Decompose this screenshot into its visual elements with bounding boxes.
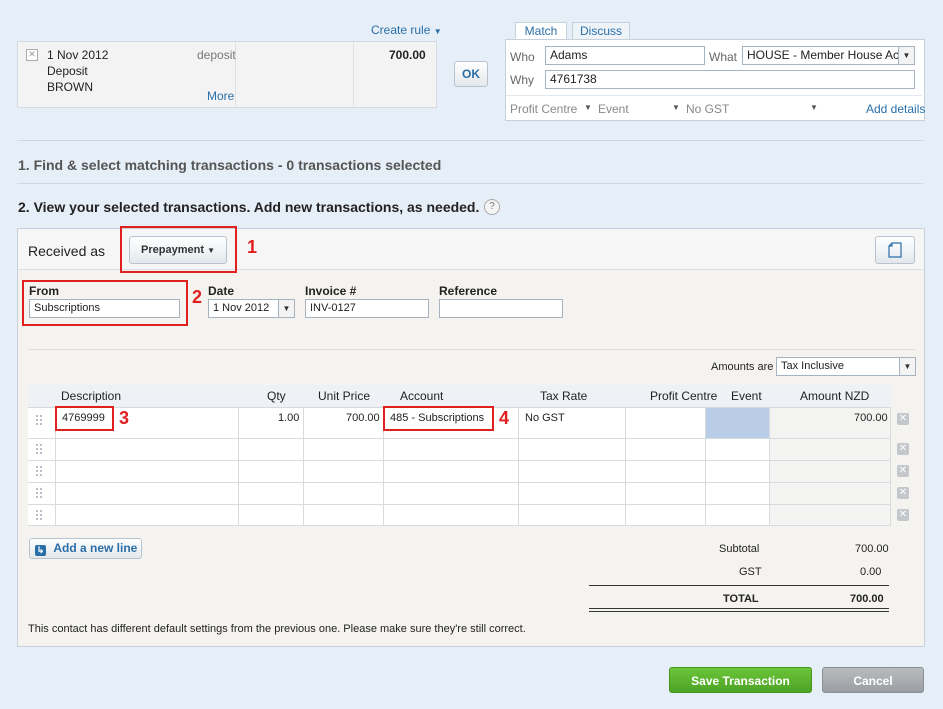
statement-date: 1 Nov 2012	[47, 48, 109, 62]
subtotal-value: 700.00	[855, 543, 889, 555]
ok-button[interactable]: OK	[454, 61, 488, 87]
what-label: What	[709, 50, 738, 64]
remove-row-icon[interactable]: ✕	[897, 487, 909, 499]
date-value: 1 Nov 2012	[213, 302, 270, 314]
drag-handle-icon[interactable]	[35, 443, 43, 455]
step-2-heading: 2. View your selected transactions. Add …	[18, 199, 480, 215]
event-cell-selected[interactable]	[706, 408, 769, 438]
dropdown-arrow-icon: ▼	[899, 358, 915, 375]
statement-amount: 700.00	[389, 48, 426, 62]
gst-select[interactable]: No GST	[686, 102, 729, 116]
col-qty: Qty	[267, 389, 286, 403]
drag-handle-icon[interactable]	[35, 414, 43, 426]
annotation-number-1: 1	[247, 237, 258, 257]
gst-total-label: GST	[739, 566, 762, 578]
col-description: Description	[61, 389, 122, 403]
invoice-input[interactable]: INV-0127	[305, 299, 429, 318]
statement-desc: Deposit	[47, 64, 88, 78]
chevron-down-icon: ▼	[584, 103, 592, 112]
annotation-box-1	[120, 226, 237, 273]
col-tax-rate: Tax Rate	[540, 389, 588, 403]
profit-centre-select[interactable]: Profit Centre	[510, 102, 577, 116]
save-transaction-button[interactable]: Save Transaction	[669, 667, 812, 693]
what-select[interactable]: HOUSE - Member House Acco ▼	[742, 46, 915, 65]
tab-discuss[interactable]: Discuss	[572, 22, 630, 40]
create-rule-link[interactable]: Create rule ▼	[371, 23, 442, 37]
statement-line: ✕ 1 Nov 2012 deposit Deposit BROWN More …	[17, 41, 437, 108]
col-profit-centre: Profit Centre	[650, 389, 718, 403]
total-label: TOTAL	[723, 593, 759, 605]
help-icon[interactable]: ?	[484, 199, 500, 215]
annotation-box-2	[22, 280, 188, 326]
amounts-are-select[interactable]: Tax Inclusive ▼	[776, 357, 916, 376]
row-qty[interactable]: 1.00	[278, 411, 299, 425]
reference-label: Reference	[439, 284, 498, 298]
invoice-label: Invoice #	[305, 284, 357, 298]
cancel-button[interactable]: Cancel	[822, 667, 924, 693]
annotation-box-4	[383, 406, 494, 431]
more-link[interactable]: More	[207, 89, 234, 103]
col-amount: Amount NZD	[800, 389, 870, 403]
received-as-label: Received as	[28, 243, 106, 259]
amounts-are-value: Tax Inclusive	[781, 360, 844, 372]
close-icon[interactable]: ✕	[26, 49, 38, 61]
col-event: Event	[731, 389, 762, 403]
tab-match[interactable]: Match	[515, 22, 567, 40]
chevron-down-icon: ▼	[433, 27, 442, 36]
document-icon	[888, 242, 902, 258]
gst-total-value: 0.00	[860, 566, 882, 578]
dropdown-arrow-icon: ▼	[898, 47, 914, 64]
why-label: Why	[510, 73, 534, 87]
amounts-are-label: Amounts are	[711, 361, 774, 373]
annotation-number-4: 4	[499, 408, 510, 428]
dropdown-arrow-icon[interactable]: ▼	[278, 300, 294, 317]
subtotal-label: Subtotal	[719, 543, 760, 555]
annotation-number-2: 2	[192, 287, 203, 307]
event-select[interactable]: Event	[598, 102, 629, 116]
reference-input[interactable]	[439, 299, 563, 318]
why-input[interactable]: 4761738	[545, 70, 915, 89]
date-input[interactable]: 1 Nov 2012 ▼	[208, 299, 295, 318]
create-rule-label: Create rule	[371, 23, 431, 37]
row-unit-price[interactable]: 700.00	[346, 411, 380, 425]
chevron-down-icon: ▼	[810, 103, 818, 112]
add-line-icon: ↳	[35, 545, 46, 556]
row-amount[interactable]: 700.00	[854, 411, 888, 425]
total-value: 700.00	[850, 593, 884, 605]
remove-row-icon[interactable]: ✕	[897, 443, 909, 455]
what-select-value: HOUSE - Member House Acco	[747, 48, 912, 62]
chevron-down-icon: ▼	[672, 103, 680, 112]
match-panel: Who Adams What HOUSE - Member House Acco…	[505, 39, 925, 121]
remove-row-icon[interactable]: ✕	[897, 509, 909, 521]
statement-type: deposit	[197, 48, 236, 62]
drag-handle-icon[interactable]	[35, 465, 43, 477]
date-label: Date	[208, 284, 235, 298]
profit-centre-label: Profit Centre	[510, 102, 578, 116]
copy-button[interactable]	[875, 236, 915, 264]
gst-label: No GST	[686, 102, 730, 116]
annotation-number-3: 3	[119, 408, 130, 428]
row-tax-rate[interactable]: No GST	[525, 411, 565, 425]
col-unit-price: Unit Price	[318, 389, 371, 403]
who-label: Who	[510, 50, 535, 64]
col-account: Account	[400, 389, 444, 403]
annotation-box-3	[55, 406, 114, 431]
statement-payee: BROWN	[47, 80, 93, 94]
remove-row-icon[interactable]: ✕	[897, 465, 909, 477]
who-input[interactable]: Adams	[545, 46, 705, 65]
add-new-line-button[interactable]: ↳ Add a new line	[29, 538, 142, 559]
drag-handle-icon[interactable]	[35, 509, 43, 521]
remove-row-icon[interactable]: ✕	[897, 413, 909, 425]
add-new-line-label: Add a new line	[53, 541, 138, 555]
contact-notice: This contact has different default setti…	[28, 623, 526, 635]
drag-handle-icon[interactable]	[35, 487, 43, 499]
step-1-heading[interactable]: 1. Find & select matching transactions -…	[18, 157, 441, 173]
event-label: Event	[598, 102, 629, 116]
add-details-link[interactable]: Add details	[866, 102, 925, 116]
